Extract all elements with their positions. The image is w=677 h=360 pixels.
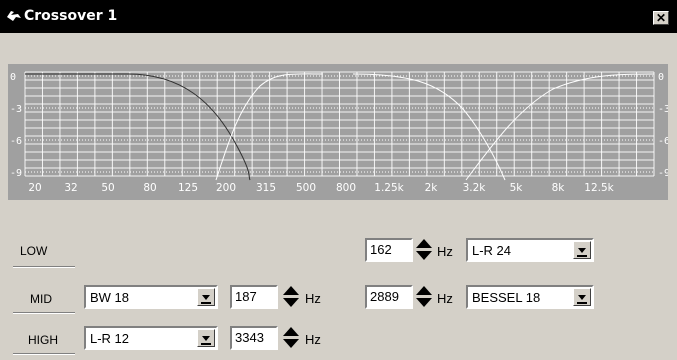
high-freq-value: 3343 [235,330,264,345]
mid-high-freq-input[interactable]: 2889 [365,285,413,309]
y-tick-right: -3 [658,104,668,115]
x-tick: 3.2k [463,182,487,194]
spin-up-icon[interactable] [283,327,299,336]
response-plot: 0 -3 -6 -9 0 -3 -6 -9 20 32 50 80 125 200 315 500 800 1… [10,71,668,194]
mid-label: MID [30,292,52,306]
y-tick-right: 0 [658,72,664,83]
x-tick: 2k [425,182,439,194]
high-label: HIGH [28,333,58,347]
spin-down-icon[interactable] [416,298,432,307]
y-tick-left: 0 [10,72,16,83]
mid-high-freq-value: 2889 [370,289,399,304]
low-freq-value: 162 [370,242,392,257]
x-tick: 50 [101,182,114,194]
x-tick: 800 [336,182,356,194]
close-icon: ✕ [655,11,667,25]
high-freq-spinner[interactable] [283,327,301,349]
grid-lines [24,71,655,177]
high-filter-value: L-R 12 [90,331,130,346]
y-axis-left: 0 -3 -6 -9 [10,72,22,179]
low-freq-unit: Hz [437,244,453,259]
spin-down-icon[interactable] [283,339,299,348]
title-bar: Crossover 1 ✕ [0,0,677,33]
speaker-icon [7,11,21,21]
x-axis: 20 32 50 80 125 200 315 500 800 1.25k 2k 3.2k 5k 8k 12… [28,182,614,194]
x-tick: 20 [28,182,41,194]
dropdown-arrow-icon[interactable] [197,329,215,347]
window-title: Crossover 1 [24,8,118,24]
mid-highpass-curve [352,73,506,181]
mid-high-filter-select[interactable]: BESSEL 18 [466,285,594,309]
x-tick: 12.5k [584,182,614,194]
y-tick-left: -9 [10,168,22,179]
x-tick: 5k [510,182,524,194]
high-freq-unit: Hz [305,332,321,347]
mid-low-freq-spinner[interactable] [283,286,301,308]
x-tick: 125 [178,182,198,194]
y-tick-left: -3 [10,104,22,115]
spin-up-icon[interactable] [416,286,432,295]
y-tick-right: -9 [658,168,668,179]
dropdown-arrow-icon[interactable] [573,241,591,259]
mid-low-freq-unit: Hz [305,291,321,306]
dropdown-arrow-icon[interactable] [197,288,215,306]
x-tick: 500 [296,182,316,194]
crossover-graph: 0 -3 -6 -9 0 -3 -6 -9 20 32 50 80 125 200 315 500 800 1… [8,64,668,200]
low-freq-input[interactable]: 162 [365,238,413,262]
low-filter-value: L-R 24 [472,243,512,258]
spin-up-icon[interactable] [283,286,299,295]
x-tick: 32 [64,182,77,194]
y-axis-right: 0 -3 -6 -9 [658,72,668,179]
mid-low-freq-value: 187 [235,289,257,304]
low-label: LOW [20,244,48,258]
mid-high-freq-unit: Hz [437,291,453,306]
x-tick: 200 [216,182,236,194]
high-freq-input[interactable]: 3343 [230,326,278,350]
low-filter-select[interactable]: L-R 24 [466,238,594,262]
y-tick-left: -6 [10,136,22,147]
close-button[interactable]: ✕ [653,11,669,25]
x-tick: 80 [143,182,156,194]
spin-down-icon[interactable] [416,251,432,260]
mid-high-freq-spinner[interactable] [416,286,434,308]
spin-down-icon[interactable] [283,298,299,307]
mid-low-filter-value: BW 18 [90,290,130,305]
spin-up-icon[interactable] [416,239,432,248]
mid-high-filter-value: BESSEL 18 [472,290,541,305]
low-curve [25,73,251,181]
mid-low-filter-select[interactable]: BW 18 [84,285,218,309]
y-tick-right: -6 [658,136,668,147]
dropdown-arrow-icon[interactable] [573,288,591,306]
x-tick: 1.25k [374,182,404,194]
high-filter-select[interactable]: L-R 12 [84,326,218,350]
mid-low-freq-input[interactable]: 187 [230,285,278,309]
low-freq-spinner[interactable] [416,239,434,261]
x-tick: 8k [552,182,566,194]
high-curve [465,73,655,181]
x-tick: 315 [256,182,276,194]
